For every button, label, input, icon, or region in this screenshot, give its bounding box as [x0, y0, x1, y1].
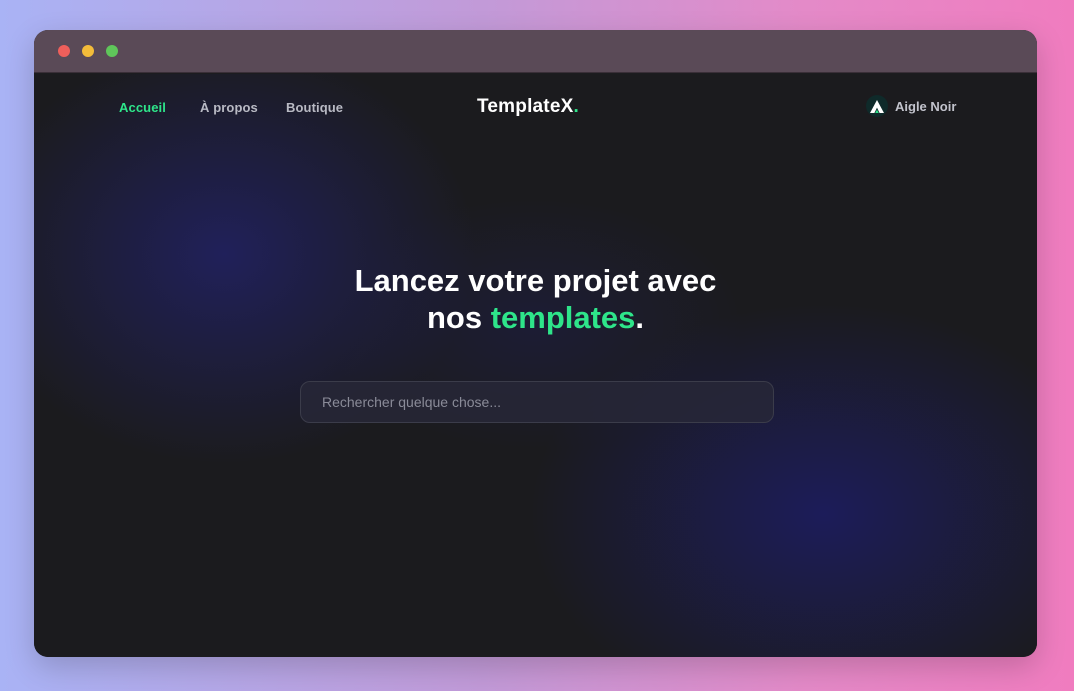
browser-window: Accueil À propos Boutique TemplateX. Aig…	[34, 30, 1037, 657]
window-titlebar	[34, 30, 1037, 73]
maximize-window-button[interactable]	[106, 45, 118, 57]
hero-line-2: nos templates.	[34, 299, 1037, 336]
brand-logo[interactable]: TemplateX.	[477, 96, 579, 118]
brand-dot: .	[573, 96, 579, 117]
search-input[interactable]	[322, 394, 773, 410]
brand-name: TemplateX	[477, 96, 574, 117]
page-content: Accueil À propos Boutique TemplateX. Aig…	[34, 74, 1037, 657]
user-profile[interactable]: Aigle Noir	[866, 95, 956, 117]
nav-link-home[interactable]: Accueil	[119, 100, 166, 115]
hero-line-2-prefix: nos	[426, 300, 491, 335]
close-window-button[interactable]	[58, 45, 70, 57]
nav-link-shop[interactable]: Boutique	[286, 100, 343, 115]
nav-link-about[interactable]: À propos	[200, 100, 258, 115]
hero-line-2-suffix: .	[635, 300, 645, 335]
eagle-logo-icon	[866, 95, 888, 117]
search-box[interactable]	[300, 381, 774, 423]
hero-line-1: Lancez votre projet avec	[354, 263, 717, 298]
hero-heading: Lancez votre projet avec nos templates.	[34, 262, 1037, 336]
minimize-window-button[interactable]	[82, 45, 94, 57]
profile-name: Aigle Noir	[895, 98, 957, 114]
hero-accent-word: templates	[490, 300, 636, 335]
